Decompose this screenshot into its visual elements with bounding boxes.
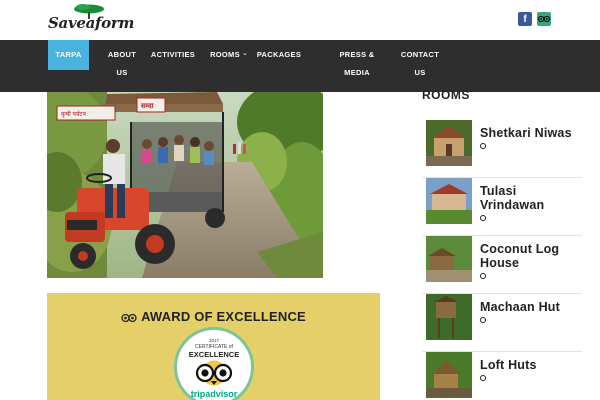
certificate-badge: 2017 CERTIFICATE of EXCELLENCE tripadvis… [174,327,254,400]
room-thumbnail[interactable] [426,178,472,224]
arrow-circle-icon [480,375,486,381]
room-item-loft-huts[interactable]: Loft Huts [422,352,582,400]
arrow-circle-icon [480,215,486,221]
room-name-text: Tulasi Vrindawan [480,184,545,212]
nav-item-packages[interactable]: PACKAGES [256,46,302,64]
trailer-sign-right: सम्दा [140,102,155,110]
room-photo [426,236,472,282]
nav-label: ABOUT [107,50,137,59]
chevron-down-icon[interactable]: ⌄ [242,49,248,57]
award-banner[interactable]: AWARD OF EXCELLENCE 2017 CERTIFICATE of … [47,293,380,400]
room-name[interactable]: Coconut Log House [480,242,582,279]
arrow-circle-icon [480,273,486,279]
tractor-ride-image: कृषी पर्यटन सम्दा [47,92,323,278]
main-nav: TARPA ABOUT US ACTIVITIES ROOMS ⌄ PACKAG… [0,40,600,92]
tripadvisor-owl-icon [195,360,233,386]
nav-item-press-media[interactable]: PRESS & MEDIA [336,46,378,82]
hero-photo: कृषी पर्यटन सम्दा [47,92,323,278]
room-thumbnail[interactable] [426,120,472,166]
nav-item-tarpa[interactable]: TARPA [48,40,89,70]
site-logo[interactable]: Saveaform [48,4,134,35]
nav-label-line2: MEDIA [344,68,370,77]
nav-label: TARPA [55,50,82,59]
rooms-heading: ROOMS [422,88,470,102]
page: Saveaform f TARPA ABOUT US ACTIVITIES RO… [0,0,600,400]
nav-label: ACTIVITIES [150,50,196,59]
trailer-sign-left: कृषी पर्यटन [61,110,86,118]
nav-label: ROOMS [210,50,240,59]
facebook-label: f [523,13,527,25]
room-photo [426,178,472,224]
room-thumbnail[interactable] [426,352,472,398]
cert-line2: EXCELLENCE [188,350,240,359]
site-header: Saveaform f [0,0,600,40]
room-name[interactable]: Shetkari Niwas [480,126,582,149]
room-photo [426,294,472,340]
room-name-text: Shetkari Niwas [480,126,572,140]
nav-item-contact-us[interactable]: CONTACT US [400,46,440,82]
owl-icon [538,15,550,23]
room-name-text: Machaan Hut [480,300,560,314]
nav-item-rooms[interactable]: ROOMS [208,46,242,64]
room-item-machaan-hut[interactable]: Machaan Hut [422,294,582,352]
room-item-coconut-log-house[interactable]: Coconut Log House [422,236,582,294]
award-title: AWARD OF EXCELLENCE [47,309,380,324]
nav-item-about-us[interactable]: ABOUT US [104,46,140,82]
room-thumbnail[interactable] [426,294,472,340]
arrow-circle-icon [480,317,486,323]
logo-text: Saveaform [48,14,135,32]
nav-label-line2: US [116,68,128,77]
room-name[interactable]: Machaan Hut [480,300,582,323]
nav-label: PRESS & [339,50,375,59]
room-name-text: Loft Huts [480,358,537,372]
cert-year: 2017 [208,338,219,343]
room-name[interactable]: Loft Huts [480,358,582,381]
tripadvisor-brand: tripadvisor [190,389,238,399]
nav-label-line2: US [414,68,426,77]
nav-label: CONTACT [400,50,440,59]
room-photo [426,352,472,398]
room-item-shetkari-niwas[interactable]: Shetkari Niwas [422,120,582,178]
room-item-tulasi-vrindawan[interactable]: Tulasi Vrindawan [422,178,582,236]
nav-label: PACKAGES [256,50,302,59]
arrow-circle-icon [480,143,486,149]
room-thumbnail[interactable] [426,236,472,282]
room-photo [426,120,472,166]
room-name[interactable]: Tulasi Vrindawan [480,184,582,221]
owl-icon [121,313,137,323]
nav-item-activities[interactable]: ACTIVITIES [150,46,196,64]
room-name-text: Coconut Log House [480,242,560,270]
award-title-text: AWARD OF EXCELLENCE [141,309,306,324]
facebook-icon[interactable]: f [518,12,532,26]
tripadvisor-icon[interactable] [537,12,551,26]
